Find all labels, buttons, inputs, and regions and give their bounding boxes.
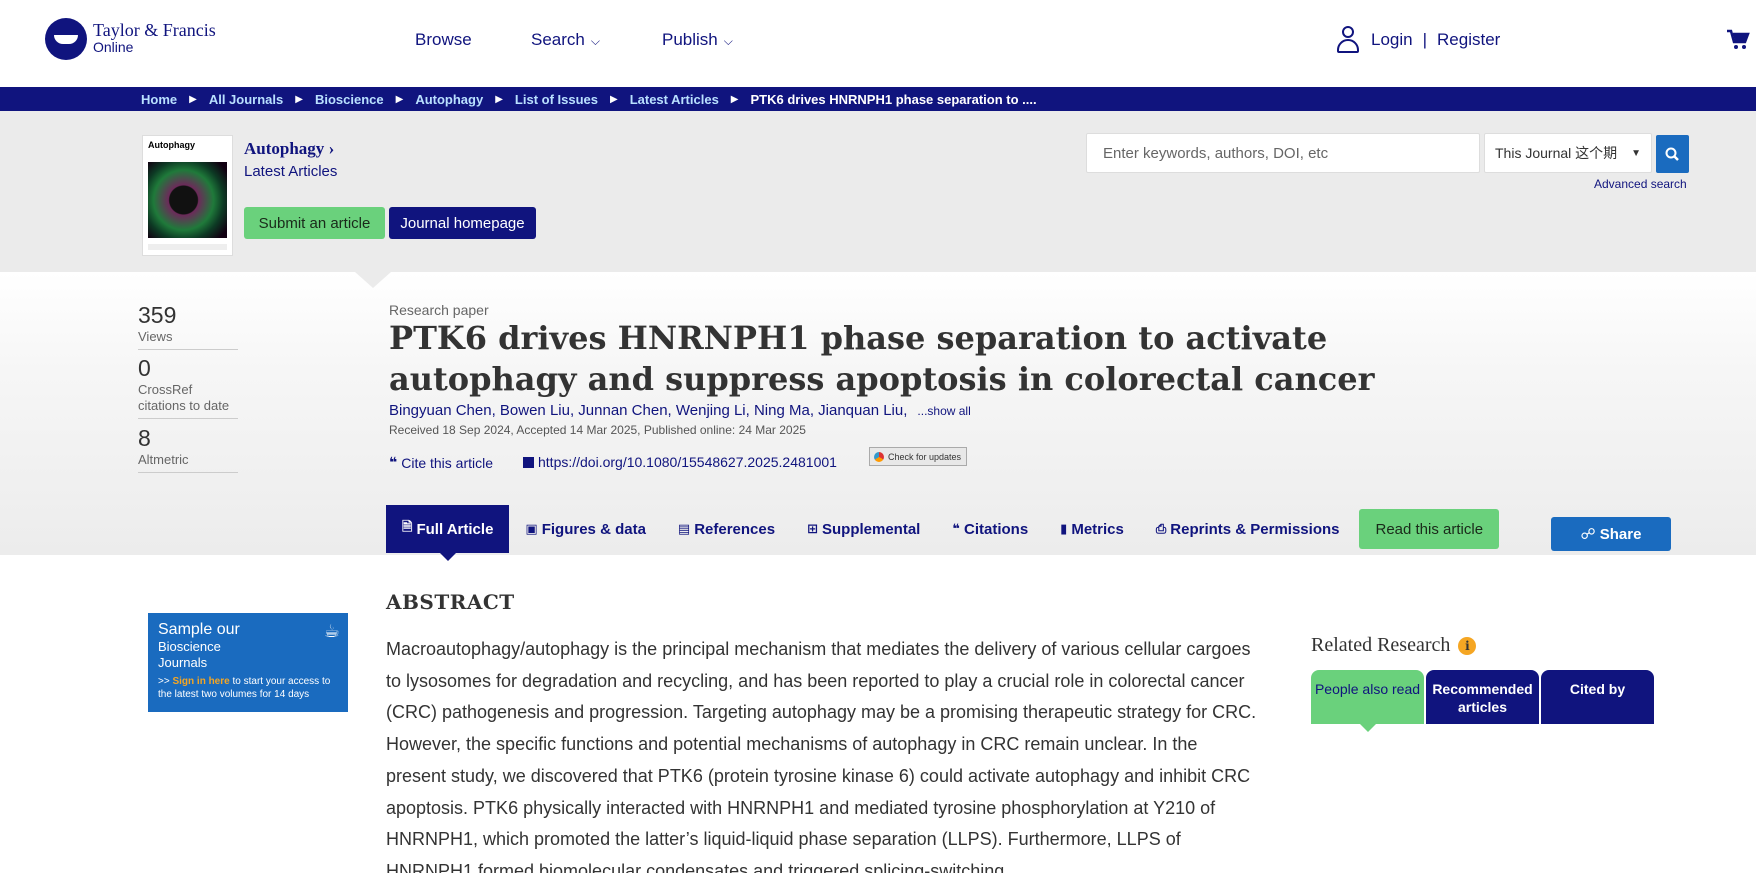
breadcrumb-autophagy[interactable]: Autophagy: [415, 92, 483, 107]
shopping-cart-icon[interactable]: [1726, 28, 1750, 52]
breadcrumb-arrow-icon: ▶: [295, 93, 303, 105]
search-button[interactable]: [1656, 135, 1689, 173]
read-article-button[interactable]: Read this article: [1359, 509, 1500, 549]
breadcrumb-arrow-icon: ▶: [189, 93, 197, 105]
nav-browse[interactable]: Browse: [415, 30, 472, 50]
tab-cited-by[interactable]: Cited by: [1541, 670, 1654, 724]
sign-in-link[interactable]: Sign in here: [172, 676, 229, 687]
register-link[interactable]: Register: [1437, 30, 1500, 50]
login-link[interactable]: Login: [1371, 30, 1413, 50]
tab-citations[interactable]: ❝ Citations: [936, 505, 1044, 553]
lamp-icon: [45, 18, 87, 60]
share-button[interactable]: ☍ Share: [1551, 517, 1671, 551]
file-icon: 🗎: [402, 519, 413, 534]
quote-icon: ❝: [952, 521, 960, 536]
advanced-search-link[interactable]: Advanced search: [1594, 177, 1687, 191]
article-tabs: 🗎 Full Article ▣ Figures & data ▤ Reference…: [386, 505, 1500, 561]
book-icon: ▤: [677, 521, 691, 536]
breadcrumb-current: PTK6 drives HNRNPH1 phase separation to …: [750, 91, 1037, 107]
article-type: Research paper: [389, 302, 489, 318]
user-icon: [1337, 26, 1359, 54]
external-link-icon: [523, 456, 534, 468]
tab-full-article[interactable]: 🗎 Full Article: [386, 505, 510, 561]
metric-views: 359 Views: [138, 302, 238, 350]
breadcrumb-latest-articles[interactable]: Latest Articles: [630, 92, 719, 107]
breadcrumb-arrow-icon: ▶: [730, 93, 739, 105]
cite-article-link[interactable]: ❝ Cite this article: [389, 454, 493, 471]
taylor-francis-logo[interactable]: Taylor & Francis Online: [45, 18, 216, 60]
sample-journals-ad[interactable]: ☕ Sample our Bioscience Journals >> Sign…: [148, 613, 348, 712]
logo-line1: Taylor & Francis: [93, 20, 216, 40]
breadcrumb-bioscience[interactable]: Bioscience: [315, 92, 384, 107]
crossmark-icon: [874, 451, 884, 462]
site-header: Taylor & Francis Online Browse Search ⌵ P…: [0, 0, 1756, 87]
submit-article-button[interactable]: Submit an article: [244, 207, 385, 239]
cover-title: Autophagy: [148, 140, 195, 150]
print-icon: ⎙: [1155, 521, 1167, 536]
tab-supplemental[interactable]: ⊞ Supplemental: [791, 505, 936, 553]
tab-figures-data[interactable]: ▣ Figures & data: [509, 505, 661, 553]
lamp-icon: ☕: [323, 621, 340, 641]
chevron-down-icon: ▼: [1631, 147, 1641, 159]
latest-articles-link[interactable]: Latest Articles: [244, 163, 337, 180]
journal-band: Autophagy Autophagy › Latest Articles Su…: [0, 111, 1756, 272]
search-input[interactable]: Enter keywords, authors, DOI, etc: [1086, 133, 1480, 173]
image-icon: ▣: [525, 521, 538, 536]
search-icon: [1665, 147, 1679, 161]
breadcrumb: Home ▶ All Journals ▶ Bioscience ▶ Autop…: [0, 87, 1756, 111]
chevron-down-icon: ⌵: [590, 34, 600, 48]
breadcrumb-all-journals[interactable]: All Journals: [209, 92, 283, 107]
tab-references[interactable]: ▤ References: [662, 505, 791, 553]
share-icon: ☍: [1580, 526, 1596, 543]
author-list[interactable]: Bingyuan Chen, Bowen Liu, Junnan Chen, W…: [389, 402, 971, 419]
breadcrumb-arrow-icon: ▶: [495, 93, 503, 105]
breadcrumb-home[interactable]: Home: [141, 92, 177, 107]
metric-altmetric[interactable]: 8 Altmetric: [138, 425, 238, 473]
separator: |: [1422, 30, 1428, 49]
related-research-tabs: People also read Recommended articles Ci…: [1311, 670, 1656, 732]
info-icon[interactable]: i: [1458, 636, 1477, 655]
journal-homepage-button[interactable]: Journal homepage: [389, 207, 536, 239]
publication-dates: Received 18 Sep 2024, Accepted 14 Mar 20…: [389, 423, 806, 437]
chevron-down-icon: ⌵: [723, 34, 733, 48]
tab-reprints-permissions[interactable]: ⎙ Reprints & Permissions: [1140, 505, 1356, 553]
abstract-heading: ABSTRACT: [386, 590, 515, 614]
article-title: PTK6 drives HNRNPH1 phase separation to …: [389, 319, 1375, 398]
nav-search[interactable]: Search ⌵: [531, 30, 600, 50]
account-links: Login | Register: [1337, 26, 1500, 54]
metric-crossref[interactable]: 0 CrossRef citations to date: [138, 355, 238, 419]
tab-people-also-read[interactable]: People also read: [1311, 670, 1424, 732]
band-pointer: [355, 272, 391, 288]
cover-image: [148, 162, 227, 238]
tab-recommended-articles[interactable]: Recommended articles: [1426, 670, 1539, 724]
abstract-text: Macroautophagy/autophagy is the principa…: [386, 639, 1257, 873]
logo-line2: Online: [93, 39, 134, 55]
breadcrumb-arrow-icon: ▶: [395, 93, 404, 105]
journal-cover[interactable]: Autophagy: [142, 135, 233, 256]
doi-link[interactable]: https://doi.org/10.1080/15548627.2025.24…: [523, 454, 837, 470]
check-for-updates-badge[interactable]: Check for updates: [869, 447, 967, 466]
bar-chart-icon: ▮: [1060, 521, 1068, 536]
quote-icon: ❝: [389, 454, 398, 470]
related-research-title: Related Research i: [1311, 634, 1477, 657]
chevron-right-icon: ›: [328, 139, 335, 158]
journal-title-link[interactable]: Autophagy ›: [244, 139, 334, 159]
tab-metrics[interactable]: ▮ Metrics: [1044, 505, 1140, 553]
breadcrumb-list-of-issues[interactable]: List of Issues: [515, 92, 598, 107]
nav-publish[interactable]: Publish ⌵: [662, 30, 733, 50]
breadcrumb-arrow-icon: ▶: [609, 93, 618, 105]
plus-square-icon: ⊞: [807, 521, 818, 536]
search-scope-select[interactable]: This Journal 这个期 ▼: [1484, 133, 1652, 173]
show-all-authors-link[interactable]: ...show all: [917, 404, 970, 418]
